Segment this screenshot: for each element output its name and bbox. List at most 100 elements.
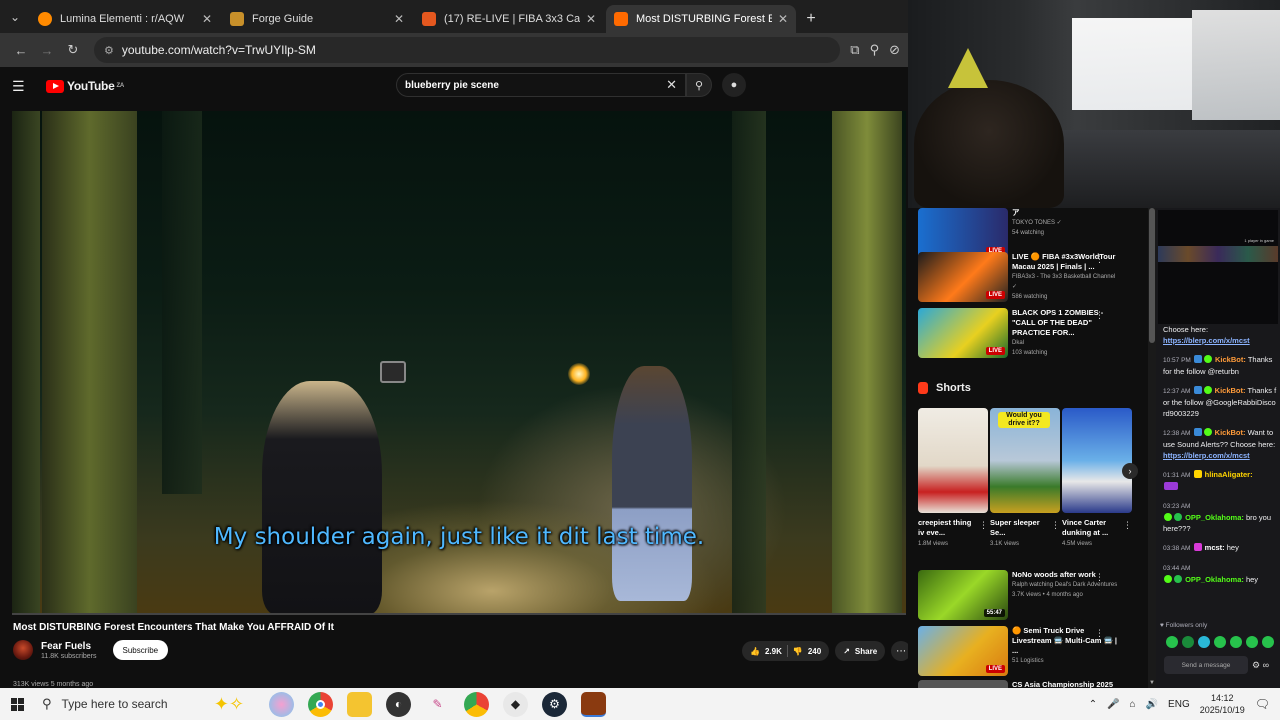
video-thumbnail[interactable]: LIVE	[918, 208, 1008, 258]
game-icon[interactable]	[581, 691, 606, 717]
browser-tab[interactable]: (17) RE-LIVE | FIBA 3x3 Canad ✕	[414, 5, 604, 33]
shorts-next-button[interactable]: ›	[1122, 463, 1138, 479]
close-tab-icon[interactable]: ✕	[586, 12, 596, 26]
stream-preview[interactable]: 1 player in game	[1158, 210, 1278, 324]
video-player[interactable]: My shoulder again, just like it dit last…	[12, 111, 906, 614]
short-title[interactable]: creepiest thing iv eve...	[918, 518, 976, 538]
recommended-video[interactable]: LIVE ア TOKYO TONES ✓ 54 watching	[918, 208, 1120, 258]
new-tab-button[interactable]: +	[798, 5, 824, 33]
share-button[interactable]: ↗ Share	[835, 641, 886, 661]
more-options-icon[interactable]: ⋮	[1123, 520, 1132, 531]
video-title[interactable]: CS Asia Championship 2025	[1012, 680, 1120, 688]
cast-icon[interactable]: ⧉	[850, 42, 859, 58]
video-thumbnail[interactable]: LIVE	[918, 626, 1008, 676]
dislike-icon[interactable]: 👎	[793, 647, 803, 656]
channel-name[interactable]: TOKYO TONES ✓	[1012, 218, 1120, 228]
message-user[interactable]: OPP_Oklahoma:	[1185, 575, 1244, 584]
emote-icon[interactable]	[1262, 636, 1274, 648]
recommended-video[interactable]: LIVE BLACK OPS 1 ZOMBIES - "CALL OF THE …	[918, 308, 1120, 358]
start-button[interactable]	[0, 688, 34, 720]
more-options-icon[interactable]: ⋮	[979, 520, 988, 531]
language-indicator[interactable]: ENG	[1168, 699, 1190, 710]
chrome-icon[interactable]	[308, 691, 333, 717]
recommendations-scrollbar[interactable]: ▼	[1148, 208, 1156, 688]
emote-icon[interactable]	[1182, 636, 1194, 648]
voice-search-button[interactable]: ●	[722, 73, 746, 97]
more-options-icon[interactable]: ⋮	[1095, 310, 1104, 321]
video-progress-bar[interactable]	[12, 613, 906, 615]
browser-tab[interactable]: Forge Guide ✕	[222, 5, 412, 33]
emote-icon[interactable]	[1246, 636, 1258, 648]
recommended-video[interactable]: LIVE 🟠 Semi Truck Drive Livestream 🚍 Mul…	[918, 626, 1120, 676]
clear-search-icon[interactable]: ✕	[666, 77, 677, 93]
tracking-protection-icon[interactable]: ⊘	[889, 42, 900, 58]
scrollbar-thumb[interactable]	[1149, 208, 1155, 343]
app-icon[interactable]: ◆	[503, 691, 528, 717]
menu-icon[interactable]: ☰	[12, 78, 32, 95]
like-count[interactable]: 2.9K	[765, 647, 782, 656]
site-info-icon[interactable]: ⚙	[104, 44, 114, 57]
channel-name[interactable]: 51 Logistics	[1012, 656, 1120, 666]
video-thumbnail[interactable]: 55:47	[918, 570, 1008, 620]
short-title[interactable]: Vince Carter dunking at ...	[1062, 518, 1120, 538]
emote-icon[interactable]	[1166, 636, 1178, 648]
subscribe-button[interactable]: Subscribe	[112, 640, 169, 660]
short-thumbnail[interactable]: Would you drive it??	[990, 408, 1060, 513]
message-user[interactable]: hlinaAligater:	[1205, 470, 1253, 479]
emote-icon[interactable]	[1230, 636, 1242, 648]
like-icon[interactable]: 👍	[750, 647, 760, 656]
browser-tab-active[interactable]: Most DISTURBING Forest Enc ✕	[606, 5, 796, 33]
channel-name[interactable]: FIBA3x3 - The 3x3 Basketball Channel ✓	[1012, 272, 1120, 292]
microphone-icon[interactable]: 🎤	[1107, 699, 1119, 710]
more-options-icon[interactable]: ⋮	[1095, 572, 1104, 583]
chrome-profile-icon[interactable]	[464, 691, 489, 717]
channel-name[interactable]: Dkal	[1012, 338, 1120, 348]
address-bar[interactable]: ⚙ youtube.com/watch?v=TrwUYIlp-SM	[94, 37, 841, 63]
more-options-icon[interactable]: ⋮	[1051, 520, 1060, 531]
message-link[interactable]: https://blerp.com/x/mcst	[1163, 451, 1250, 460]
short-item[interactable]: Would you drive it?? Super sleeper Se...…	[990, 408, 1060, 547]
more-options-icon[interactable]: ⋮	[1095, 628, 1104, 639]
zoom-icon[interactable]: ⚲	[870, 42, 880, 58]
more-options-icon[interactable]: ⋮	[1095, 254, 1104, 265]
short-item[interactable]: creepiest thing iv eve... 1.8M views ⋮	[918, 408, 988, 547]
tab-search-button[interactable]: ⌄	[0, 0, 30, 33]
back-icon[interactable]: ←	[8, 37, 34, 63]
channel-name[interactable]: Fear Fuels	[41, 641, 97, 652]
message-user[interactable]: KickBot:	[1215, 428, 1246, 437]
forward-icon[interactable]: →	[34, 37, 60, 63]
short-item[interactable]: Vince Carter dunking at ... 4.5M views ⋮	[1062, 408, 1132, 547]
app-icon[interactable]: ◐	[386, 691, 411, 717]
close-tab-icon[interactable]: ✕	[778, 12, 788, 26]
notification-icon[interactable]: 🗨	[1255, 697, 1270, 711]
close-tab-icon[interactable]: ✕	[202, 12, 212, 26]
message-link[interactable]: https://blerp.com/x/mcst	[1163, 336, 1250, 345]
video-thumbnail[interactable]: LIVE	[918, 252, 1008, 302]
photos-app-icon[interactable]	[269, 691, 294, 717]
youtube-logo[interactable]: YouTube ZA	[46, 79, 124, 93]
message-user[interactable]: OPP_Oklahoma:	[1185, 513, 1244, 522]
short-thumbnail[interactable]	[1062, 408, 1132, 513]
recommended-video[interactable]: LIVE LIVE 🟠 FIBA #3x3WorldTour Macau 202…	[918, 252, 1120, 302]
chat-message-input[interactable]: Send a message	[1164, 656, 1248, 674]
widgets-icon[interactable]: ✦✧	[209, 694, 249, 715]
recommended-video[interactable]: CS Asia Championship 2025	[918, 680, 1120, 688]
chat-settings-icon[interactable]: ⚙ ∞	[1252, 660, 1269, 671]
short-thumbnail[interactable]	[918, 408, 988, 513]
video-thumbnail[interactable]: LIVE	[918, 308, 1008, 358]
clock[interactable]: 14:12 2025/10/19	[1200, 692, 1245, 716]
app-icon[interactable]: ✎	[425, 692, 450, 717]
emote-icon[interactable]	[1198, 636, 1210, 648]
short-title[interactable]: Super sleeper Se...	[990, 518, 1048, 538]
search-input[interactable]: blueberry pie scene ✕	[396, 73, 686, 97]
browser-tab[interactable]: Lumina Elementi : r/AQW ✕	[30, 5, 220, 33]
search-button[interactable]: ⚲	[686, 73, 712, 97]
volume-icon[interactable]: 🔊	[1146, 699, 1158, 710]
network-icon[interactable]: ⌂	[1130, 699, 1136, 710]
chevron-up-icon[interactable]: ⌃	[1089, 699, 1097, 710]
recommended-video[interactable]: 55:47 NoNo woods after work Ralph watchi…	[918, 570, 1120, 620]
message-user[interactable]: mcst:	[1205, 543, 1225, 552]
message-user[interactable]: KickBot:	[1215, 386, 1246, 395]
message-user[interactable]: KickBot:	[1215, 355, 1246, 364]
emote-icon[interactable]	[1214, 636, 1226, 648]
